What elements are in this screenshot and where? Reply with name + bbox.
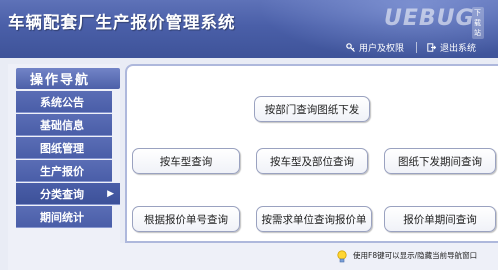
nav-title: 操作导航 xyxy=(16,68,120,89)
status-bar: 使用F8键可以显示/隐藏当前导航窗口 xyxy=(120,243,498,270)
chevron-right-icon: ▶ xyxy=(107,189,114,199)
query-drawing-period-button[interactable]: 图纸下发期间查询 xyxy=(384,148,496,174)
query-by-customer-button[interactable]: 按需求单位查询报价单 xyxy=(256,206,372,232)
exit-system-label: 退出系统 xyxy=(440,44,477,54)
query-by-model-button[interactable]: 按车型查询 xyxy=(132,148,240,174)
sidebar-item-drawings[interactable]: 图纸管理 xyxy=(16,137,112,159)
sidebar-item-period-stats[interactable]: 期间统计 xyxy=(16,206,112,228)
app-header: 车辆配套厂生产报价管理系统 UEBUG 下载站 用户及权限 退出系统 xyxy=(0,0,498,58)
lightbulb-icon xyxy=(336,248,348,263)
sidebar-item-quotation[interactable]: 生产报价 xyxy=(16,160,112,182)
logo-text: UEBUG xyxy=(384,6,475,31)
exit-system-link[interactable]: 退出系统 xyxy=(427,41,476,54)
sidebar-item-label: 系统公告 xyxy=(40,95,84,109)
query-by-department-button[interactable]: 按部门查询图纸下发 xyxy=(254,96,370,122)
header-links: 用户及权限 退出系统 xyxy=(346,40,476,55)
sidebar-item-label: 期间统计 xyxy=(40,210,84,224)
app-title: 车辆配套厂生产报价管理系统 xyxy=(8,13,236,32)
query-by-quote-number-button[interactable]: 根据报价单号查询 xyxy=(132,206,240,232)
status-hint: 使用F8键可以显示/隐藏当前导航窗口 xyxy=(353,251,478,260)
site-logo: UEBUG 下载站 xyxy=(384,6,484,39)
user-permissions-label: 用户及权限 xyxy=(359,44,405,54)
nav-sidebar: 操作导航 系统公告 基础信息 图纸管理 生产报价 分类查询 ▶ 期间统计 xyxy=(8,64,120,270)
header-separator xyxy=(416,42,418,53)
sidebar-item-announcements[interactable]: 系统公告 xyxy=(16,91,112,113)
user-permissions-link[interactable]: 用户及权限 xyxy=(346,41,404,54)
query-quote-period-button[interactable]: 报价单期间查询 xyxy=(384,206,496,232)
sidebar-item-category-query[interactable]: 分类查询 ▶ xyxy=(16,183,120,205)
exit-icon xyxy=(427,43,437,52)
sidebar-item-label: 分类查询 xyxy=(40,187,84,201)
sidebar-item-label: 图纸管理 xyxy=(40,141,84,155)
sidebar-item-label: 生产报价 xyxy=(40,164,84,178)
logo-tag: 下载站 xyxy=(472,7,484,39)
sidebar-item-basic-info[interactable]: 基础信息 xyxy=(16,114,112,136)
query-panel: 按部门查询图纸下发 按车型查询 按车型及部位查询 图纸下发期间查询 根据报价单号… xyxy=(125,64,498,243)
user-key-icon xyxy=(346,43,355,52)
query-by-model-part-button[interactable]: 按车型及部位查询 xyxy=(256,148,368,174)
sidebar-item-label: 基础信息 xyxy=(40,118,84,132)
